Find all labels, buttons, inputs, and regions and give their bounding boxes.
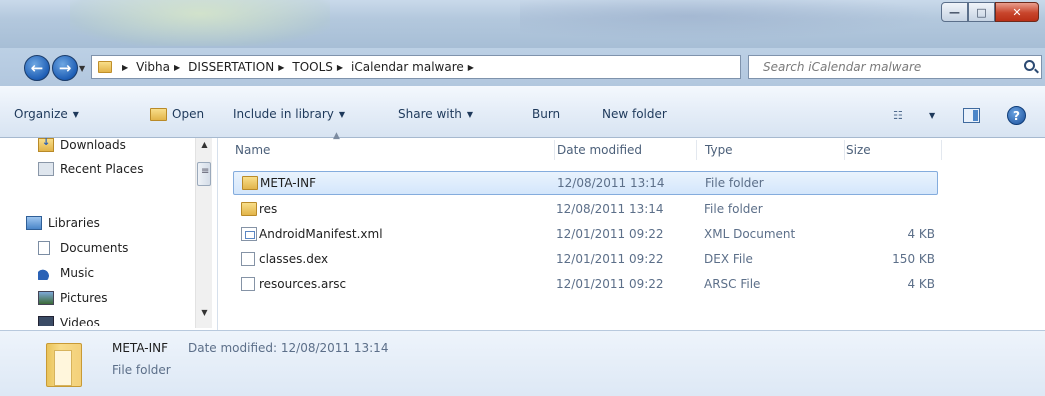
title-bar: — □ ✕	[0, 0, 1045, 48]
file-row[interactable]: res 12/08/2011 13:14 File folder	[233, 198, 938, 222]
title-bar-glass-reflection	[70, 0, 330, 46]
documents-icon	[38, 241, 50, 255]
sidebar-scrollbar[interactable]: ▲ ▼	[195, 138, 212, 328]
sidebar-item-recent-places[interactable]: Recent Places	[38, 162, 143, 176]
videos-icon	[38, 316, 54, 326]
sidebar-item-pictures[interactable]: Pictures	[38, 291, 108, 305]
folder-icon	[46, 343, 82, 387]
scroll-down-arrow-icon[interactable]: ▼	[196, 308, 213, 322]
navigation-pane: Downloads Recent Places Libraries Docume…	[0, 138, 218, 330]
burn-button[interactable]: Burn	[532, 107, 560, 121]
file-row[interactable]: classes.dex 12/01/2011 09:22 DEX File 15…	[233, 248, 938, 272]
breadcrumb-separator[interactable]: ▶	[118, 63, 136, 72]
pictures-icon	[38, 291, 54, 305]
column-header-name[interactable]: ▲ Name	[235, 131, 555, 162]
maximize-button[interactable]: □	[968, 2, 995, 22]
organize-menu[interactable]: Organize ▼	[14, 107, 79, 121]
maximize-icon: □	[976, 5, 987, 19]
back-arrow-icon: ←	[30, 59, 44, 77]
chevron-right-icon[interactable]: ▶	[278, 63, 284, 72]
share-with-menu[interactable]: Share with ▼	[398, 107, 473, 121]
forward-arrow-icon: →	[58, 59, 72, 77]
column-divider[interactable]	[696, 140, 697, 160]
column-header-size[interactable]: Size	[846, 138, 942, 162]
column-header-type[interactable]: Type	[705, 138, 845, 162]
change-view-icon[interactable]: ☷	[893, 110, 911, 122]
new-folder-button[interactable]: New folder	[602, 107, 667, 121]
sidebar-item-downloads[interactable]: Downloads	[38, 138, 126, 152]
downloads-folder-icon	[38, 138, 54, 152]
recent-pages-dropdown-icon[interactable]: ▼	[79, 64, 85, 73]
file-row[interactable]: resources.arsc 12/01/2011 09:22 ARSC Fil…	[233, 273, 938, 297]
details-item-name: META-INF	[112, 341, 169, 355]
open-button[interactable]: Open	[150, 107, 204, 121]
breadcrumb-item[interactable]: DISSERTATION ▶	[188, 60, 292, 74]
address-bar[interactable]: ▶ Vibha ▶ DISSERTATION ▶ TOOLS ▶ iCalendar …	[91, 55, 821, 79]
chevron-right-icon[interactable]: ▶	[468, 63, 474, 72]
command-bar: Organize ▼ Open Include in library ▼ Share…	[0, 86, 1045, 138]
chevron-right-icon[interactable]: ▶	[174, 63, 180, 72]
recent-places-icon	[38, 162, 54, 176]
search-input[interactable]	[763, 60, 1003, 74]
open-folder-icon	[150, 107, 167, 121]
minimize-icon: —	[949, 5, 960, 19]
file-row[interactable]: META-INF 12/08/2011 13:14 File folder	[233, 171, 938, 195]
title-bar-glass-reflection	[520, 0, 940, 40]
minimize-button[interactable]: —	[941, 2, 968, 22]
chevron-down-icon: ▼	[338, 109, 346, 119]
search-box[interactable]	[748, 55, 1042, 79]
sidebar-item-videos[interactable]: Videos	[38, 316, 100, 326]
folder-icon	[242, 176, 258, 190]
file-row[interactable]: AndroidManifest.xml 12/01/2011 09:22 XML…	[233, 223, 938, 247]
sort-ascending-icon: ▲	[333, 131, 340, 141]
breadcrumb-item[interactable]: TOOLS ▶	[292, 60, 351, 74]
scrollbar-thumb[interactable]	[197, 162, 211, 186]
column-divider[interactable]	[844, 140, 845, 160]
file-icon	[241, 277, 255, 291]
xml-file-icon	[241, 227, 257, 241]
scroll-up-arrow-icon[interactable]: ▲	[196, 140, 213, 154]
close-button[interactable]: ✕	[995, 2, 1039, 22]
column-divider[interactable]	[941, 140, 942, 160]
forward-button[interactable]: →	[52, 55, 78, 81]
file-list: ▲ Name Date modified Type Size META-INF …	[219, 131, 1045, 330]
view-options-dropdown-icon[interactable]: ▼	[929, 111, 935, 120]
chevron-right-icon[interactable]: ▶	[337, 63, 343, 72]
column-divider[interactable]	[554, 140, 555, 160]
help-icon[interactable]: ?	[1007, 106, 1026, 125]
folder-icon	[98, 61, 112, 73]
folder-icon	[241, 202, 257, 216]
back-button[interactable]: ←	[24, 55, 50, 81]
close-icon: ✕	[1012, 5, 1022, 19]
window-controls: — □ ✕	[941, 2, 1039, 22]
sidebar-item-documents[interactable]: Documents	[38, 241, 128, 255]
details-date-modified: Date modified: 12/08/2011 13:14	[188, 341, 389, 355]
sidebar-item-music[interactable]: Music	[38, 266, 94, 280]
chevron-right-icon: ▶	[122, 62, 129, 72]
include-in-library-menu[interactable]: Include in library ▼	[233, 107, 345, 121]
sidebar-item-libraries[interactable]: Libraries	[26, 216, 100, 230]
chevron-down-icon: ▼	[72, 109, 79, 119]
details-item-type: File folder	[112, 363, 171, 377]
chevron-down-icon: ▼	[466, 109, 474, 119]
breadcrumb-item[interactable]: iCalendar malware ▶	[351, 60, 482, 74]
search-icon[interactable]	[1024, 60, 1035, 71]
preview-pane-icon[interactable]	[963, 108, 980, 123]
details-pane: META-INF Date modified: 12/08/2011 13:14…	[0, 330, 1045, 396]
libraries-icon	[26, 216, 42, 230]
column-header-date-modified[interactable]: Date modified	[557, 138, 697, 162]
file-icon	[241, 252, 255, 266]
breadcrumb-item[interactable]: Vibha ▶	[136, 60, 188, 74]
music-icon	[38, 266, 54, 280]
